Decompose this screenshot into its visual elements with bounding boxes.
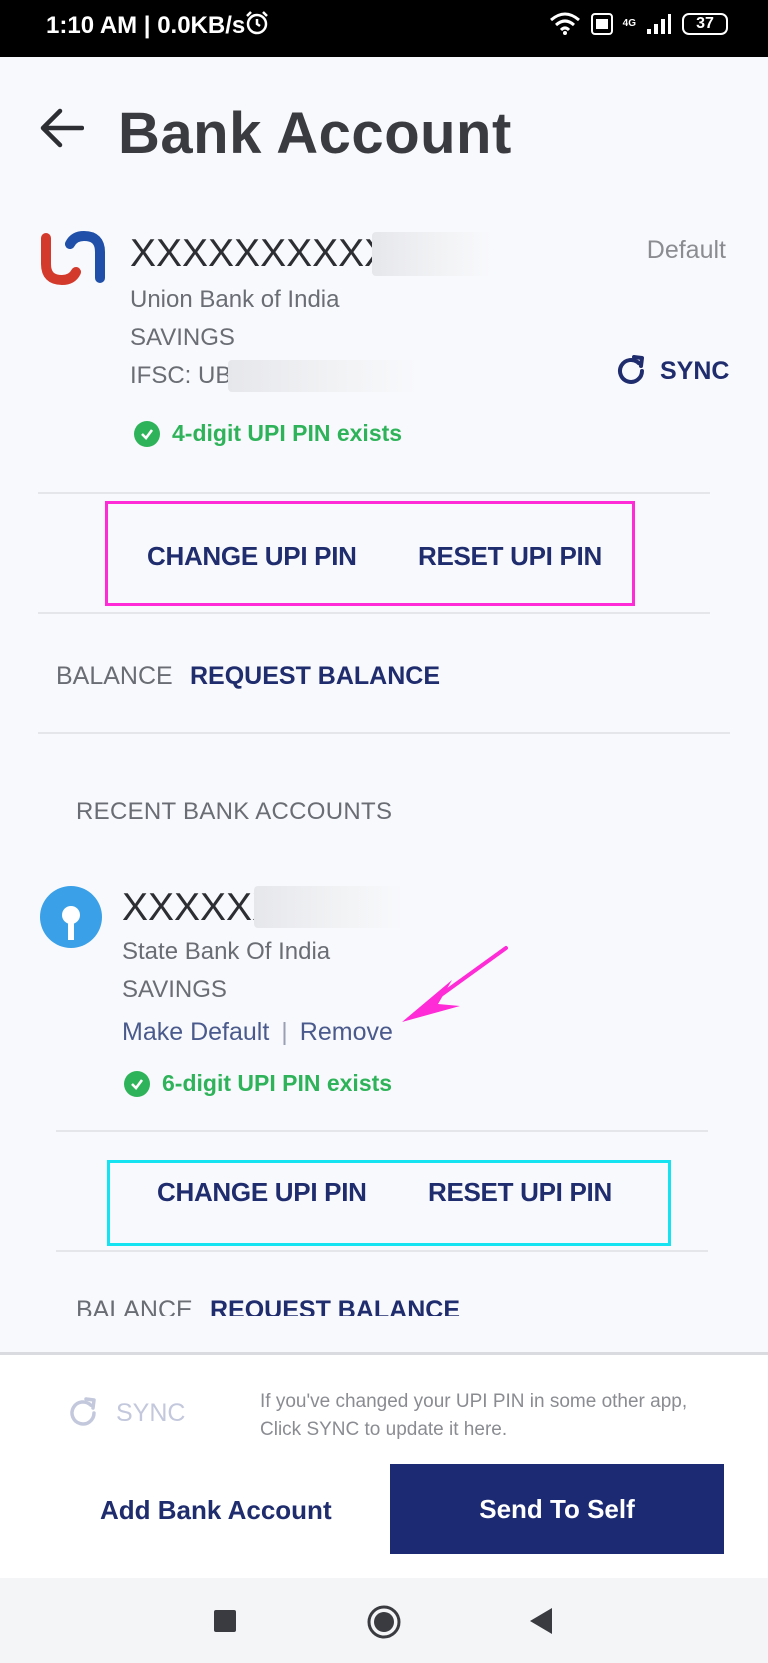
account-type: SAVINGS bbox=[130, 324, 235, 351]
masked-account-digits bbox=[254, 886, 404, 928]
divider bbox=[38, 492, 710, 494]
change-upi-pin-button[interactable]: CHANGE UPI PIN bbox=[157, 1177, 367, 1208]
divider bbox=[38, 612, 710, 614]
reset-upi-pin-button[interactable]: RESET UPI PIN bbox=[418, 541, 602, 572]
union-bank-logo bbox=[40, 230, 106, 291]
back-arrow-icon[interactable] bbox=[38, 108, 85, 153]
change-upi-pin-button[interactable]: CHANGE UPI PIN bbox=[147, 541, 357, 572]
divider bbox=[56, 1130, 708, 1132]
bank-name: Union Bank of India bbox=[130, 286, 340, 313]
pin-status-text: 4-digit UPI PIN exists bbox=[172, 420, 403, 446]
status-bar: 1:10 AM | 0.0KB/s 4G 37 bbox=[0, 0, 768, 57]
status-time: 1:10 AM | 0.0KB/s bbox=[46, 12, 246, 39]
refresh-icon bbox=[618, 355, 644, 384]
sync-help-text: If you've changed your UPI PIN in some o… bbox=[260, 1391, 688, 1440]
sync-label: SYNC bbox=[660, 356, 730, 385]
request-balance-button[interactable]: REQUEST BALANCE bbox=[190, 662, 440, 691]
recent-account-actions: Make Default | Remove bbox=[122, 1018, 393, 1047]
signal-icon bbox=[647, 14, 671, 34]
sync-button[interactable]: SYNC bbox=[614, 354, 729, 388]
account-type: SAVINGS bbox=[122, 976, 227, 1003]
annotation-arrow-icon bbox=[398, 944, 510, 1031]
masked-ifsc bbox=[228, 360, 418, 392]
ifsc-code: IFSC: UB bbox=[130, 362, 232, 389]
volte-icon bbox=[590, 13, 613, 35]
pin-status: 4-digit UPI PIN exists bbox=[134, 420, 402, 447]
make-default-link[interactable]: Make Default bbox=[122, 1018, 269, 1047]
reset-upi-pin-button[interactable]: RESET UPI PIN bbox=[428, 1177, 612, 1208]
add-bank-account-button[interactable]: Add Bank Account bbox=[100, 1495, 332, 1526]
navigation-bar bbox=[0, 1578, 768, 1663]
send-to-self-button[interactable]: Send To Self bbox=[390, 1464, 724, 1554]
separator: | bbox=[281, 1018, 288, 1046]
request-balance-button[interactable]: REQUEST BALANCE bbox=[210, 1296, 460, 1316]
home-circle-icon[interactable] bbox=[366, 1604, 402, 1645]
masked-account-digits bbox=[372, 232, 492, 276]
pin-status-text: 6-digit UPI PIN exists bbox=[162, 1070, 393, 1096]
check-icon bbox=[134, 420, 160, 447]
sync-label: SYNC bbox=[116, 1398, 186, 1427]
sbi-logo bbox=[40, 886, 102, 948]
network-label: 4G bbox=[622, 18, 636, 29]
recents-square-icon[interactable] bbox=[214, 1610, 236, 1632]
account-number: XXXXXXXXXX bbox=[130, 232, 391, 275]
divider bbox=[38, 732, 730, 734]
battery-icon: 37 bbox=[682, 13, 728, 35]
alarm-icon bbox=[244, 10, 270, 41]
balance-label: BALANCE bbox=[56, 662, 173, 690]
wifi-icon bbox=[549, 12, 580, 35]
remove-link[interactable]: Remove bbox=[300, 1018, 393, 1047]
divider bbox=[56, 1250, 708, 1252]
refresh-icon bbox=[70, 1397, 96, 1426]
battery-level: 37 bbox=[696, 15, 714, 32]
clipped-balance-row: BALANCE REQUEST BALANCE bbox=[0, 1296, 768, 1316]
back-triangle-icon[interactable] bbox=[528, 1606, 554, 1641]
balance-label: BALANCE bbox=[76, 1296, 193, 1316]
bank-name: State Bank Of India bbox=[122, 938, 331, 965]
check-icon bbox=[124, 1070, 150, 1097]
recent-accounts-heading: RECENT BANK ACCOUNTS bbox=[76, 798, 393, 825]
page-title: Bank Account bbox=[118, 101, 512, 166]
sync-all-button[interactable]: SYNC bbox=[66, 1396, 185, 1430]
status-icons: 4G 37 bbox=[549, 12, 728, 36]
default-badge: Default bbox=[646, 236, 726, 264]
pin-status: 6-digit UPI PIN exists bbox=[124, 1070, 392, 1097]
